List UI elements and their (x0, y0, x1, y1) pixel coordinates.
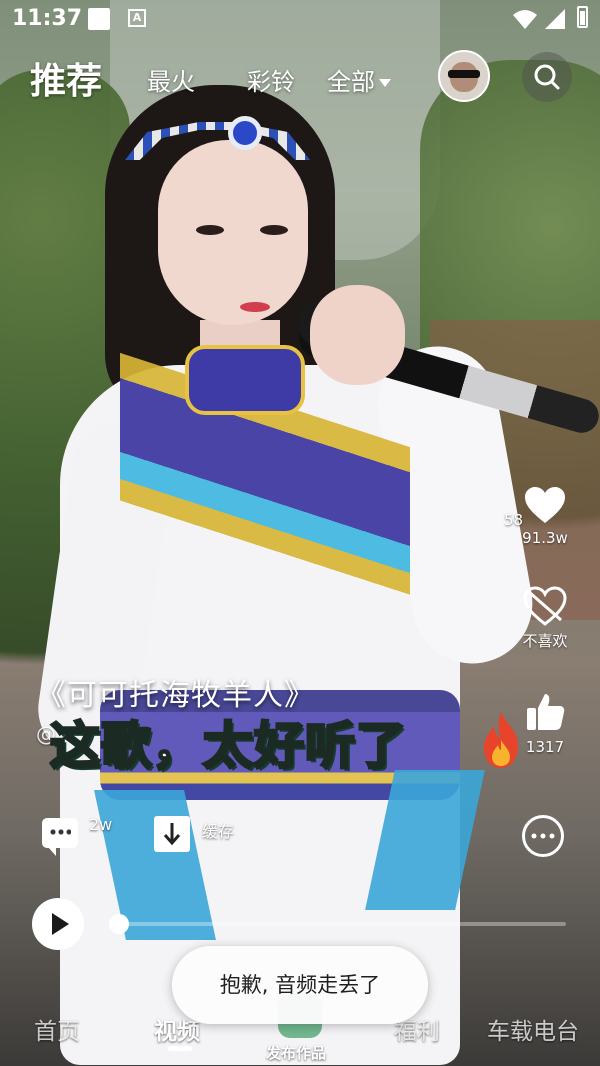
like-count: 91.3w (522, 529, 568, 547)
error-toast: 抱歉, 音频走丢了 (172, 946, 428, 1024)
play-button[interactable] (32, 898, 84, 950)
caret-down-icon (379, 79, 391, 87)
notification-a-icon: A (128, 9, 146, 27)
status-bar: 11:37 A (0, 0, 600, 40)
performer-hand (310, 285, 405, 385)
cellular-signal-icon (545, 9, 565, 29)
video-screen[interactable]: 11:37 A 推荐 最火 彩铃 全部 58 91.3w 不喜欢 1317 《可… (0, 0, 600, 1066)
more-button[interactable] (522, 815, 564, 857)
heart-icon (525, 487, 565, 523)
tab-all[interactable]: 全部 (327, 62, 391, 97)
like-button[interactable]: 91.3w (500, 485, 590, 547)
tab-ringtone[interactable]: 彩铃 (247, 62, 295, 97)
headband-gem (228, 116, 262, 150)
nav-publish[interactable]: 发布作品 (266, 1042, 326, 1063)
broken-heart-icon (523, 586, 567, 626)
status-time: 11:37 (12, 6, 83, 31)
notification-square-icon (88, 8, 110, 30)
comment-icon-dots (49, 829, 71, 835)
dress-collar (185, 345, 305, 415)
tab-recommended[interactable]: 推荐 (30, 52, 102, 104)
performer-eye-right (260, 225, 288, 235)
dislike-button[interactable]: 不喜欢 (500, 586, 590, 651)
more-dots-icon (531, 833, 555, 839)
top-nav: 推荐 最火 彩铃 全部 (0, 48, 600, 108)
wifi-icon (513, 10, 537, 29)
dislike-label: 不喜欢 (522, 632, 568, 650)
performer-eye-left (196, 225, 224, 235)
user-avatar[interactable] (438, 50, 490, 102)
search-icon (534, 64, 560, 90)
video-caption: 这歌，太好听了 (49, 716, 408, 777)
performer-lips (240, 302, 270, 312)
tab-all-label: 全部 (327, 68, 375, 96)
search-button[interactable] (522, 52, 572, 102)
tab-hottest[interactable]: 最火 (147, 62, 195, 97)
thumbs-up-icon (527, 694, 565, 730)
cache-label: 缓存 (202, 822, 235, 841)
progress-knob[interactable] (109, 914, 130, 934)
battery-icon (577, 6, 588, 28)
nav-home[interactable]: 首页 (34, 1012, 80, 1046)
nav-car-radio[interactable]: 车载电台 (487, 1012, 579, 1046)
avatar-sunglasses (448, 70, 480, 78)
active-tab-indicator (168, 1046, 192, 1051)
fire-icon (484, 712, 518, 768)
progress-track[interactable] (110, 922, 566, 926)
comment-count: 2w (89, 815, 113, 834)
download-icon (154, 816, 190, 852)
